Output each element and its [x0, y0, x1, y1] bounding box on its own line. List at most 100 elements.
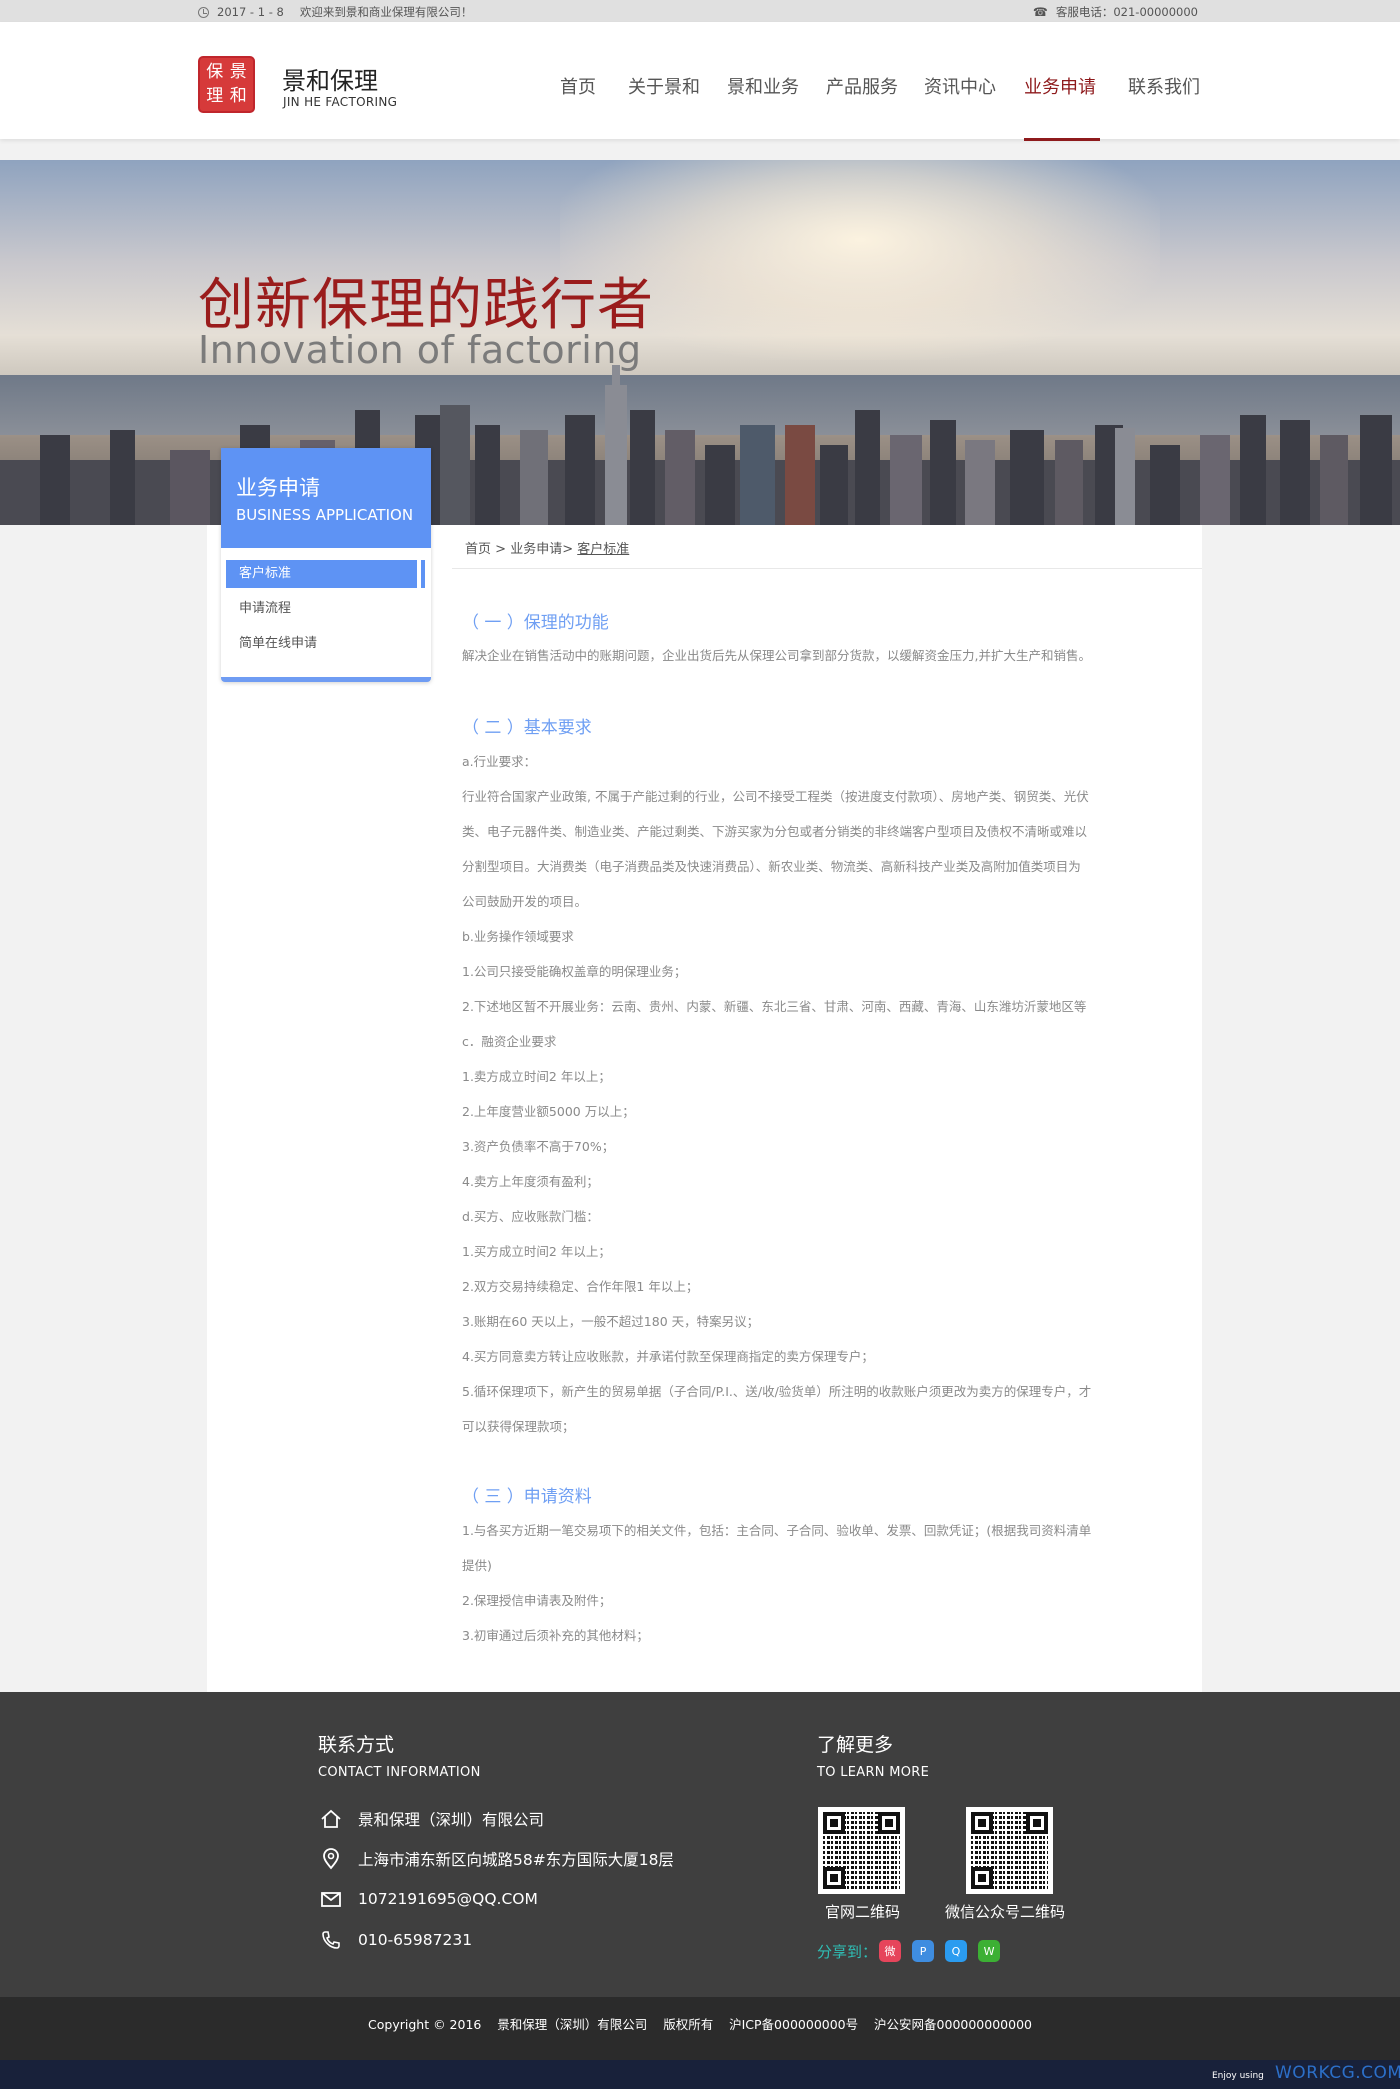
requirement-line: 2.下述地区暂不开展业务：云南、贵州、内蒙、新疆、东北三省、甘肃、河南、西藏、青…: [462, 999, 1087, 1014]
contact-phone: 010-65987231: [318, 1927, 472, 1953]
mail-icon: [318, 1886, 344, 1912]
breadcrumb-current[interactable]: 客户标准: [577, 542, 629, 557]
requirement-line: 可以获得保理款项；: [462, 1419, 575, 1434]
nav-products[interactable]: 产品服务: [826, 73, 898, 99]
wechat-share-icon[interactable]: W: [978, 1940, 1001, 1962]
wechat-qr-code[interactable]: [966, 1807, 1053, 1894]
sidebar-title-en: BUSINESS APPLICATION: [236, 506, 414, 524]
requirement-line: 类、电子元器件类、制造业类、产能过剩类、下游买家为分包或者分销类的非终端客户型项…: [462, 824, 1088, 839]
sidebar-item-online-apply[interactable]: 简单在线申请: [226, 630, 421, 658]
requirement-line: b.业务操作领域要求: [462, 929, 574, 944]
copyright-bar: Copyright © 2016 景和保理（深圳）有限公司 版权所有 沪ICP备…: [0, 1997, 1400, 2060]
seal-char: 景: [229, 62, 247, 82]
section-title-function: （ 一 ）保理的功能: [462, 613, 609, 633]
hero-banner: 创新保理的践行者 Innovation of factoring: [0, 160, 1400, 525]
address-text: 上海市浦东新区向城路58#东方国际大厦18层: [358, 1851, 674, 1869]
nav-business[interactable]: 景和业务: [727, 73, 799, 99]
logo-name-en: JIN HE FACTORING: [283, 95, 398, 109]
logo-seal[interactable]: 保 景 理 和: [198, 56, 255, 113]
hotline-text: 客服电话：021-00000000: [1055, 5, 1198, 19]
requirement-line: 5.循环保理项下，新产生的贸易单据（子合同/P.I.、送/收/验货单）所注明的收…: [462, 1384, 1092, 1399]
requirement-line: d.买方、应收账款门槛：: [462, 1209, 599, 1224]
website-qr-label: 官网二维码: [825, 1903, 901, 1921]
material-line: 1.与各买方近期一笔交易项下的相关文件，包括：主合同、子合同、验收单、发票、回款…: [462, 1523, 1092, 1538]
requirement-line: 分割型项目。大消费类（电子消费品类及快速消费品）、新农业类、物流类、高新科技产业…: [462, 859, 1081, 874]
more-title: 了解更多: [817, 1734, 894, 1756]
clock-icon: [198, 6, 209, 18]
seal-char: 和: [229, 85, 247, 106]
icp-number[interactable]: 沪ICP备000000000号: [729, 2017, 858, 2032]
breadcrumb-sep: >: [562, 542, 578, 557]
requirement-line: 3.资产负债率不高于70%；: [462, 1139, 615, 1154]
material-line: 3.初审通过后须补充的其他材料；: [462, 1628, 649, 1643]
requirement-line: 4.买方同意卖方转让应收账款，并承诺付款至保理商指定的卖方保理专户；: [462, 1349, 874, 1364]
sidebar-item-process[interactable]: 申请流程: [226, 595, 421, 623]
requirement-line: 4.卖方上年度须有盈利；: [462, 1174, 599, 1189]
qq-share-icon[interactable]: Q: [945, 1940, 968, 1962]
banner-title-en: Innovation of factoring: [198, 328, 642, 372]
phone-handset-icon: [318, 1927, 344, 1953]
home-icon: [318, 1806, 344, 1832]
date-info: 2017 - 1 - 8 欢迎来到景和商业保理有限公司！: [198, 4, 472, 20]
share-label: 分享到：: [817, 1942, 878, 1961]
website-qr-code[interactable]: [818, 1807, 905, 1894]
breadcrumb-sep: >: [491, 542, 511, 557]
top-bar: 2017 - 1 - 8 欢迎来到景和商业保理有限公司！ ☎ 客服电话：021-…: [0, 0, 1400, 22]
material-line: 2.保理授信申请表及附件；: [462, 1593, 612, 1608]
copyright-text: Copyright © 2016: [368, 2017, 482, 2032]
nav-active-indicator: [1024, 138, 1100, 141]
date-text: 2017 - 1 - 8: [217, 5, 284, 19]
weibo-share-icon[interactable]: 微: [879, 1940, 902, 1962]
site-header: 保 景 理 和 景和保理 JIN HE FACTORING 首页 关于景和 景和…: [0, 22, 1400, 141]
watermark-bar: Enjoy using WORKCG.COM: [0, 2060, 1400, 2089]
requirement-line: c．融资企业要求: [462, 1034, 557, 1049]
requirement-line: a.行业要求：: [462, 754, 537, 769]
enjoy-text: Enjoy using: [1212, 2071, 1264, 2081]
nav-contact[interactable]: 联系我们: [1128, 73, 1200, 99]
nav-apply[interactable]: 业务申请: [1024, 73, 1096, 99]
tencent-weibo-share-icon[interactable]: P: [912, 1940, 935, 1962]
police-number[interactable]: 沪公安网备000000000000: [874, 2017, 1032, 2032]
welcome-text: 欢迎来到景和商业保理有限公司！: [299, 5, 473, 19]
more-subtitle: TO LEARN MORE: [817, 1765, 930, 1780]
requirement-line: 2.上年度营业额5000 万以上；: [462, 1104, 635, 1119]
sidebar-item-customer-standard[interactable]: 客户标准: [226, 560, 421, 588]
contact-company: 景和保理（深圳）有限公司: [318, 1806, 544, 1832]
nav-about[interactable]: 关于景和: [628, 73, 700, 99]
copyright-company: 景和保理（深圳）有限公司: [497, 2017, 648, 2032]
contact-email: 1072191695@QQ.COM: [318, 1886, 538, 1912]
section-text-function: 解决企业在销售活动中的账期问题，企业出货后先从保理公司拿到部分货款，以缓解资金压…: [462, 648, 1091, 663]
qr-pattern: [823, 1812, 900, 1889]
breadcrumb: 首页 > 业务申请> 客户标准: [465, 538, 629, 557]
hotline: ☎ 客服电话：021-00000000: [1033, 4, 1198, 20]
nav-home[interactable]: 首页: [560, 73, 596, 99]
seal-char: 保: [206, 62, 224, 82]
section-title-requirements: （ 二 ）基本要求: [462, 718, 592, 738]
requirements-list: a.行业要求： 行业符合国家产业政策, 不属于产能过剩的行业，公司不接受工程类（…: [462, 744, 1177, 1444]
brand-watermark[interactable]: WORKCG.COM: [1275, 2063, 1400, 2083]
requirement-line: 行业符合国家产业政策, 不属于产能过剩的行业，公司不接受工程类（按进度支付款项）…: [462, 789, 1089, 804]
breadcrumb-divider: [452, 568, 1202, 569]
sidebar-title-cn: 业务申请: [236, 476, 320, 500]
contact-subtitle: CONTACT INFORMATION: [318, 1765, 481, 1780]
requirement-line: 2.双方交易持续稳定、合作年限1 年以上；: [462, 1279, 699, 1294]
contact-address: 上海市浦东新区向城路58#东方国际大厦18层: [318, 1846, 674, 1872]
email-text[interactable]: 1072191695@QQ.COM: [358, 1890, 538, 1908]
phone-text: 010-65987231: [358, 1931, 473, 1949]
logo-name-cn[interactable]: 景和保理: [282, 61, 378, 96]
breadcrumb-home[interactable]: 首页: [465, 542, 491, 557]
qr-pattern: [971, 1812, 1048, 1889]
requirement-line: 3.账期在60 天以上，一般不超过180 天，特案另议；: [462, 1314, 760, 1329]
phone-icon: ☎: [1032, 5, 1048, 19]
wechat-qr-label: 微信公众号二维码: [945, 1903, 1066, 1921]
requirement-line: 1.卖方成立时间2 年以上；: [462, 1069, 611, 1084]
copyright-rights: 版权所有: [663, 2017, 714, 2032]
requirement-line: 1.公司只接受能确权盖章的明保理业务；: [462, 964, 687, 979]
nav-news[interactable]: 资讯中心: [924, 73, 996, 99]
materials-list: 1.与各买方近期一笔交易项下的相关文件，包括：主合同、子合同、验收单、发票、回款…: [462, 1513, 1177, 1653]
requirement-line: 公司鼓励开发的项目。: [462, 894, 588, 909]
share-bar: 分享到： 微 P Q W: [817, 1940, 1001, 1962]
breadcrumb-section[interactable]: 业务申请: [510, 542, 562, 557]
section-title-materials: （ 三 ）申请资料: [462, 1487, 592, 1507]
requirement-line: 1.买方成立时间2 年以上；: [462, 1244, 611, 1259]
